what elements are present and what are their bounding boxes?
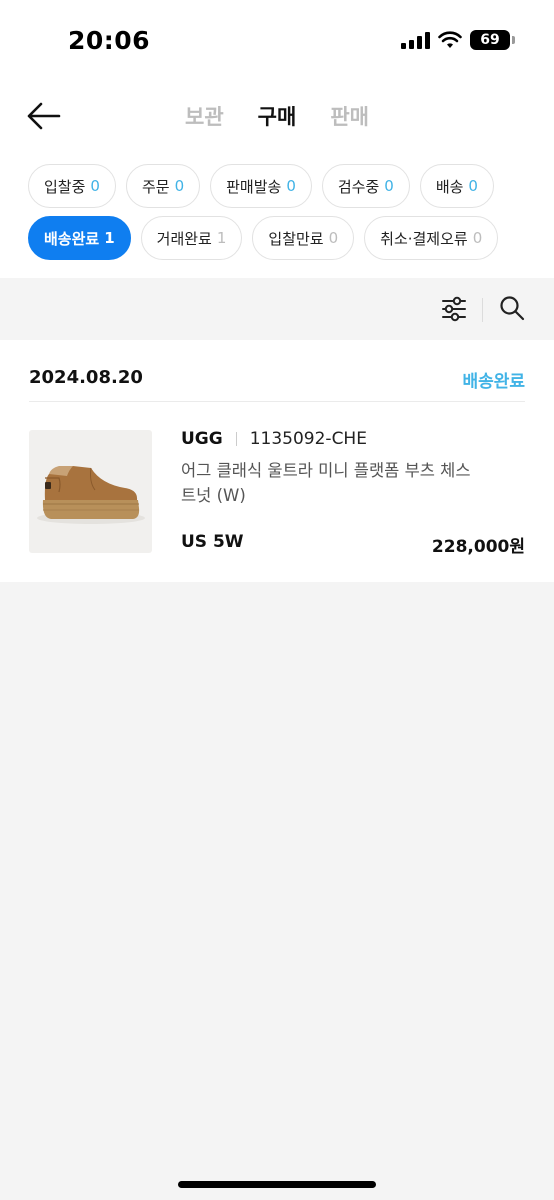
status-icons: 69 <box>401 30 515 50</box>
chip-label: 판매발송 <box>226 177 282 196</box>
product-name: 어그 클래식 울트라 미니 플랫폼 부츠 체스트넛 (W) <box>181 461 471 505</box>
chip-row: 입찰중 0 주문 0 판매발송 0 검수중 0 배송 0 <box>28 164 494 208</box>
chip-label: 취소·결제오류 <box>380 229 468 248</box>
chip-count: 0 <box>174 177 185 195</box>
chip-delivered[interactable]: 배송완료 1 <box>28 216 131 260</box>
chip-bid-expired[interactable]: 입찰만료 0 <box>252 216 355 260</box>
chip-count: 1 <box>104 229 115 247</box>
divider <box>29 401 525 402</box>
top-tabs: 보관 구매 판매 <box>0 80 554 152</box>
list-toolbar <box>0 278 554 340</box>
tab-sale[interactable]: 판매 <box>330 101 369 131</box>
product-image[interactable] <box>29 430 152 553</box>
chip-count: 0 <box>384 177 394 195</box>
back-button[interactable] <box>22 96 66 136</box>
chip-bidding[interactable]: 입찰중 0 <box>28 164 116 208</box>
cellular-signal-icon <box>401 31 430 49</box>
chip-count: 0 <box>472 229 483 247</box>
chip-count: 0 <box>328 229 339 247</box>
sliders-icon <box>442 296 466 322</box>
chip-label: 배송완료 <box>44 229 100 248</box>
brand-separator <box>235 432 237 446</box>
arrow-left-icon <box>27 102 61 130</box>
product-price: 228,000원 <box>431 537 525 557</box>
product-size: US 5W <box>181 532 244 552</box>
chip-label: 입찰만료 <box>268 229 324 248</box>
order-card[interactable]: 2024.08.20 배송완료 UGG 1135092-CHE 어그 클래식 울… <box>0 340 554 582</box>
chip-count: 0 <box>286 177 296 195</box>
header: 보관 구매 판매 <box>0 80 554 152</box>
battery-level: 69 <box>480 32 500 48</box>
filter-button[interactable] <box>440 296 468 322</box>
chip-completed[interactable]: 거래완료 1 <box>140 216 243 260</box>
chip-count: 0 <box>468 177 478 195</box>
product-brand: UGG <box>181 429 223 449</box>
chip-row: 배송완료 1 거래완료 1 입찰만료 0 취소·결제오류 0 <box>28 216 499 260</box>
chip-order[interactable]: 주문 0 <box>125 164 201 208</box>
chip-sale-shipping[interactable]: 판매발송 0 <box>210 164 312 208</box>
toolbar-divider <box>482 298 483 322</box>
order-status: 배송완료 <box>462 372 525 392</box>
search-button[interactable] <box>498 294 526 322</box>
product-sku: 1135092-CHE <box>249 429 367 449</box>
chip-inspecting[interactable]: 검수중 0 <box>321 164 410 208</box>
chip-label: 배송 <box>435 177 464 196</box>
chip-label: 입찰중 <box>44 177 86 196</box>
chip-label: 주문 <box>141 177 170 196</box>
status-filter-chips: 입찰중 0 주문 0 판매발송 0 검수중 0 배송 0 배송완료 1 거래완료… <box>0 152 554 278</box>
screen: 20:06 69 보관 구매 판매 입찰중 0 주문 0 판매발송 0 검수중 … <box>0 0 554 1200</box>
chip-label: 검수중 <box>337 177 380 196</box>
search-icon <box>500 296 525 321</box>
chip-label: 거래완료 <box>156 229 212 248</box>
chip-shipping[interactable]: 배송 0 <box>419 164 494 208</box>
tab-storage[interactable]: 보관 <box>185 101 224 131</box>
wifi-icon <box>438 31 462 48</box>
status-bar: 20:06 69 <box>0 0 554 80</box>
status-time: 20:06 <box>68 26 151 55</box>
chip-count: 0 <box>90 177 100 195</box>
product-brand-row: UGG 1135092-CHE <box>181 429 367 449</box>
chip-count: 1 <box>216 229 227 247</box>
battery-icon: 69 <box>470 30 515 50</box>
tab-purchase[interactable]: 구매 <box>258 101 297 131</box>
boot-image <box>37 466 145 524</box>
chip-canceled[interactable]: 취소·결제오류 0 <box>364 216 499 260</box>
order-date: 2024.08.20 <box>29 367 143 388</box>
home-indicator <box>178 1181 376 1188</box>
